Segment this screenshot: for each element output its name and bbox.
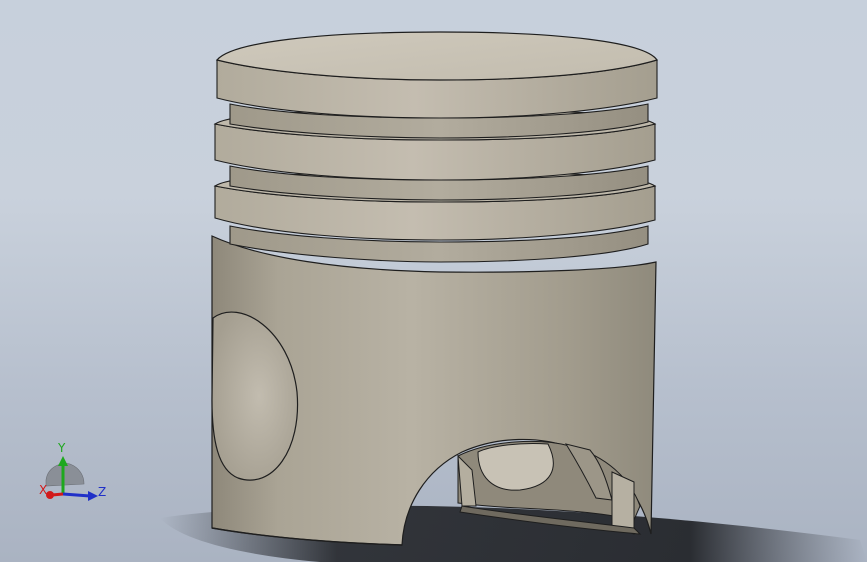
inner-wall-right — [611, 471, 635, 535]
triad-base-cone — [45, 463, 85, 487]
triad-z-axis — [62, 492, 91, 498]
piston-model-view[interactable] — [0, 0, 867, 562]
graphics-viewport[interactable]: Y X Z — [0, 0, 867, 562]
orientation-triad[interactable]: Y X Z — [30, 440, 120, 510]
triad-y-arrow — [58, 456, 68, 466]
triad-z-label: Z — [98, 485, 107, 499]
triad-z-arrow — [88, 491, 98, 501]
triad-y-label: Y — [58, 441, 66, 455]
triad-x-label: X — [39, 483, 48, 497]
triad-graphic — [45, 456, 98, 501]
